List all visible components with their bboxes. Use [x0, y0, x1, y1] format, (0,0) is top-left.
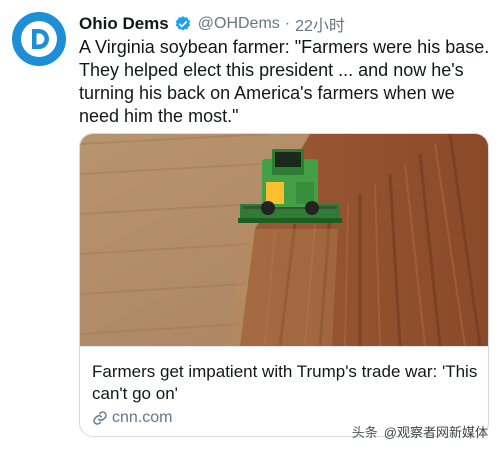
link-icon: [92, 410, 108, 426]
watermark: 头条 @观察者网新媒体: [352, 422, 488, 441]
link-card[interactable]: Farmers get impatient with Trump's trade…: [79, 133, 489, 437]
card-domain-text: cnn.com: [112, 409, 173, 426]
card-image-harvester-field[interactable]: [80, 134, 489, 346]
handle[interactable]: @OHDems: [198, 15, 280, 33]
watermark-account: @观察者网新媒体: [383, 425, 488, 440]
tweet-text: A Virginia soybean farmer: "Farmers were…: [79, 37, 490, 126]
democratic-party-logo-icon: [21, 21, 57, 57]
card-title[interactable]: Farmers get impatient with Trump's trade…: [92, 361, 482, 405]
verified-badge-icon: [174, 15, 192, 33]
tweet-header: Ohio Dems @OHDems · 22小时: [79, 12, 345, 36]
watermark-source: 头条: [351, 425, 378, 440]
avatar[interactable]: [12, 12, 66, 66]
display-name[interactable]: Ohio Dems: [79, 14, 169, 34]
timestamp[interactable]: 22小时: [295, 12, 345, 36]
separator-dot: ·: [284, 15, 291, 32]
card-domain[interactable]: cnn.com: [92, 409, 172, 427]
